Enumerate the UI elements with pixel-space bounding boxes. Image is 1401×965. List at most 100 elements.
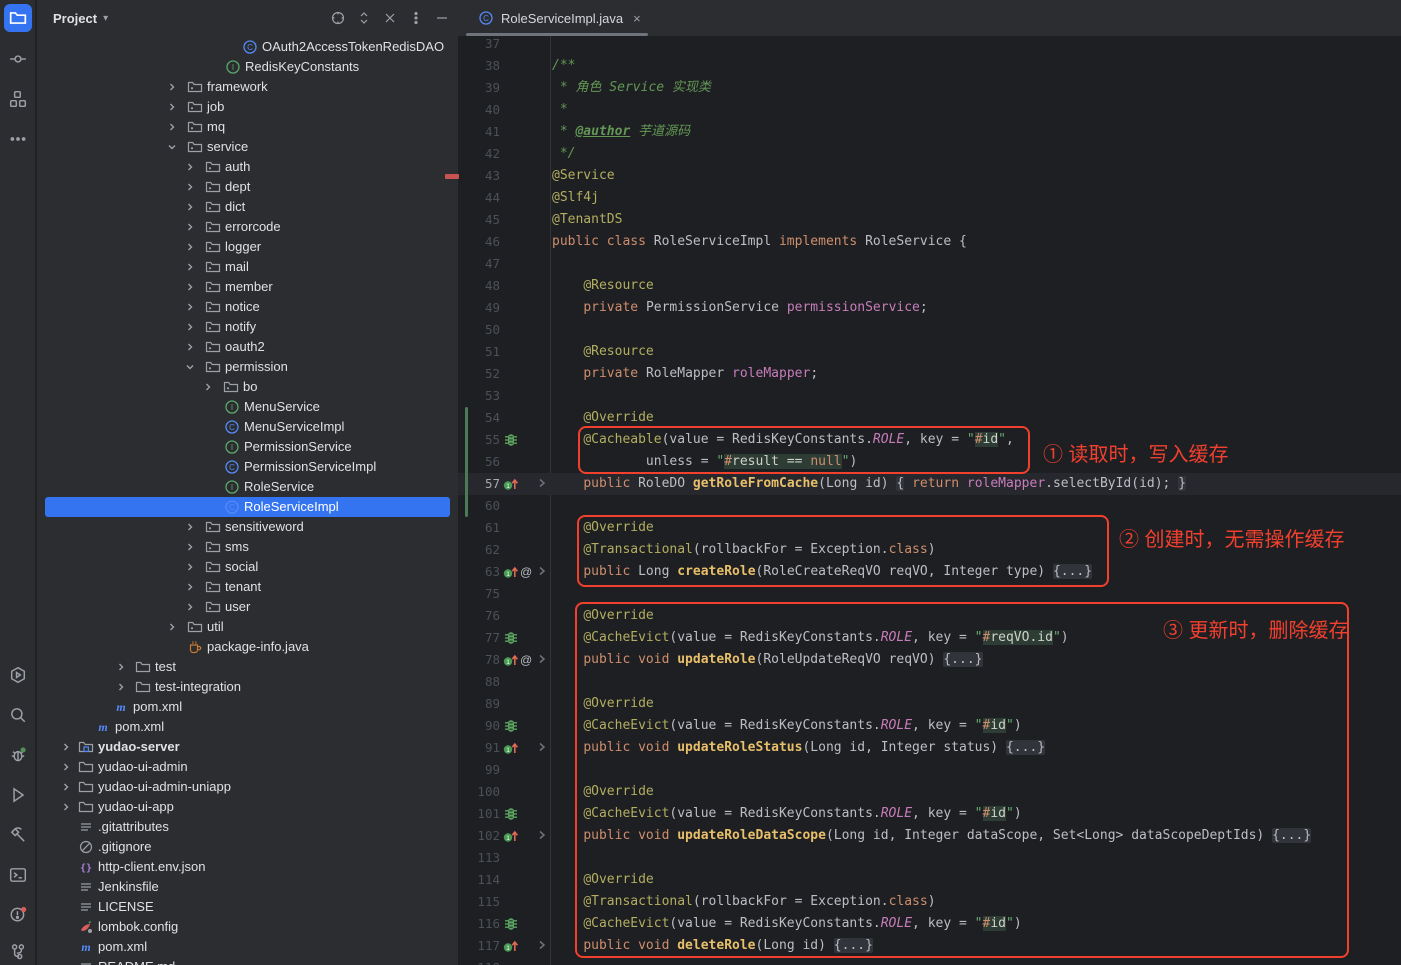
tree-item-permissionserviceimpl[interactable]: CPermissionServiceImpl	[37, 457, 458, 477]
fold-chevron-icon[interactable]	[535, 564, 551, 580]
terminal-icon[interactable]	[4, 861, 32, 889]
tree-item-dict[interactable]: dict	[37, 197, 458, 217]
annotation-gutter-icon[interactable]: @	[520, 561, 532, 583]
chevron-right-icon[interactable]	[184, 281, 196, 293]
tree-item-yudao-ui-admin[interactable]: yudao-ui-admin	[37, 757, 458, 777]
tree-item-sensitiveword[interactable]: sensitiveword	[37, 517, 458, 537]
spring-bean-icon[interactable]	[503, 718, 519, 734]
tree-item-notice[interactable]: notice	[37, 297, 458, 317]
chevron-right-icon[interactable]	[60, 801, 72, 813]
close-icon[interactable]: ×	[633, 11, 641, 26]
chevron-right-icon[interactable]	[184, 301, 196, 313]
chevron-right-icon[interactable]	[115, 661, 127, 673]
more-icon[interactable]	[4, 125, 32, 153]
tree-item-member[interactable]: member	[37, 277, 458, 297]
spring-bean-icon[interactable]	[503, 432, 519, 448]
override-method-icon[interactable]: 1	[503, 828, 519, 844]
chevron-right-icon[interactable]	[184, 581, 196, 593]
tree-item-menuserviceimpl[interactable]: CMenuServiceImpl	[37, 417, 458, 437]
tree-item-readme-md[interactable]: README.md	[37, 957, 458, 965]
spring-bean-icon[interactable]	[503, 630, 519, 646]
chevron-right-icon[interactable]	[60, 741, 72, 753]
chevron-right-icon[interactable]	[115, 681, 127, 693]
services-icon[interactable]	[4, 661, 32, 689]
search-icon[interactable]	[4, 701, 32, 729]
chevron-right-icon[interactable]	[184, 241, 196, 253]
chevron-right-icon[interactable]	[184, 341, 196, 353]
override-method-icon[interactable]: 1	[503, 740, 519, 756]
chevron-right-icon[interactable]	[60, 761, 72, 773]
tree-item-yudao-server[interactable]: yudao-server	[37, 737, 458, 757]
chevron-right-icon[interactable]	[184, 261, 196, 273]
spring-bean-icon[interactable]	[503, 916, 519, 932]
chevron-right-icon[interactable]	[184, 221, 196, 233]
override-method-icon[interactable]: 1	[503, 476, 519, 492]
tree-item-oauth2accesstokenredisdao[interactable]: COAuth2AccessTokenRedisDAO	[37, 37, 458, 57]
tree-item-oauth2[interactable]: oauth2	[37, 337, 458, 357]
project-folder-icon[interactable]	[4, 4, 32, 32]
tab-roleserviceimpl[interactable]: C RoleServiceImpl.java ×	[466, 0, 648, 36]
structure-icon[interactable]	[4, 85, 32, 113]
chevron-right-icon[interactable]	[184, 541, 196, 553]
tree-item-util[interactable]: util	[37, 617, 458, 637]
tree-item-jenkinsfile[interactable]: Jenkinsfile	[37, 877, 458, 897]
chevron-right-icon[interactable]	[184, 321, 196, 333]
tree-item-tenant[interactable]: tenant	[37, 577, 458, 597]
tree-item-lombok-config[interactable]: lombok.config	[37, 917, 458, 937]
tree-item-framework[interactable]: framework	[37, 77, 458, 97]
tree-item-bo[interactable]: bo	[37, 377, 458, 397]
tree-item-permission[interactable]: permission	[37, 357, 458, 377]
chevron-right-icon[interactable]	[184, 201, 196, 213]
spring-bean-icon[interactable]	[503, 806, 519, 822]
tree-item-pom-xml[interactable]: mpom.xml	[37, 717, 458, 737]
tree-item-mq[interactable]: mq	[37, 117, 458, 137]
tree-item-menuservice[interactable]: IMenuService	[37, 397, 458, 417]
chevron-right-icon[interactable]	[166, 121, 178, 133]
tree-item-test-integration[interactable]: test-integration	[37, 677, 458, 697]
chevron-right-icon[interactable]	[184, 561, 196, 573]
build-icon[interactable]	[4, 821, 32, 849]
tree-item-notify[interactable]: notify	[37, 317, 458, 337]
version-control-icon[interactable]	[4, 938, 32, 965]
tree-item--gitignore[interactable]: .gitignore	[37, 837, 458, 857]
chevron-right-icon[interactable]	[184, 161, 196, 173]
tree-item-roleservice[interactable]: IRoleService	[37, 477, 458, 497]
tree-item-yudao-ui-app[interactable]: yudao-ui-app	[37, 797, 458, 817]
commit-icon[interactable]	[4, 45, 32, 73]
tree-item-errorcode[interactable]: errorcode	[37, 217, 458, 237]
override-method-icon[interactable]: 1	[503, 938, 519, 954]
fold-chevron-icon[interactable]	[535, 938, 551, 954]
chevron-right-icon[interactable]	[184, 601, 196, 613]
tree-item-http-client-env-json[interactable]: {}http-client.env.json	[37, 857, 458, 877]
chevron-right-icon[interactable]	[202, 381, 214, 393]
tree-item-mail[interactable]: mail	[37, 257, 458, 277]
tree-item--gitattributes[interactable]: .gitattributes	[37, 817, 458, 837]
override-method-icon[interactable]: 1	[503, 652, 519, 668]
chevron-right-icon[interactable]	[166, 621, 178, 633]
tree-item-dept[interactable]: dept	[37, 177, 458, 197]
tree-item-service[interactable]: service	[37, 137, 458, 157]
chevron-down-icon[interactable]	[166, 141, 178, 153]
tree-item-social[interactable]: social	[37, 557, 458, 577]
debug-icon[interactable]	[4, 741, 32, 769]
fold-chevron-icon[interactable]	[535, 476, 551, 492]
tree-item-pom-xml[interactable]: mpom.xml	[37, 697, 458, 717]
tree-item-test[interactable]: test	[37, 657, 458, 677]
run-icon[interactable]	[4, 781, 32, 809]
fold-chevron-icon[interactable]	[535, 740, 551, 756]
tree-item-permissionservice[interactable]: IPermissionService	[37, 437, 458, 457]
tree-item-rediskeyconstants[interactable]: IRedisKeyConstants	[37, 57, 458, 77]
chevron-right-icon[interactable]	[166, 101, 178, 113]
tree-item-package-info-java[interactable]: package-info.java	[37, 637, 458, 657]
fold-chevron-icon[interactable]	[535, 828, 551, 844]
annotation-gutter-icon[interactable]: @	[520, 649, 532, 671]
tree-item-pom-xml[interactable]: mpom.xml	[37, 937, 458, 957]
tree-item-license[interactable]: LICENSE	[37, 897, 458, 917]
fold-chevron-icon[interactable]	[535, 652, 551, 668]
chevron-right-icon[interactable]	[166, 81, 178, 93]
tree-item-yudao-ui-admin-uniapp[interactable]: yudao-ui-admin-uniapp	[37, 777, 458, 797]
chevron-down-icon[interactable]	[184, 361, 196, 373]
problems-icon[interactable]	[4, 900, 32, 928]
chevron-right-icon[interactable]	[184, 181, 196, 193]
override-method-icon[interactable]: 1	[503, 564, 519, 580]
